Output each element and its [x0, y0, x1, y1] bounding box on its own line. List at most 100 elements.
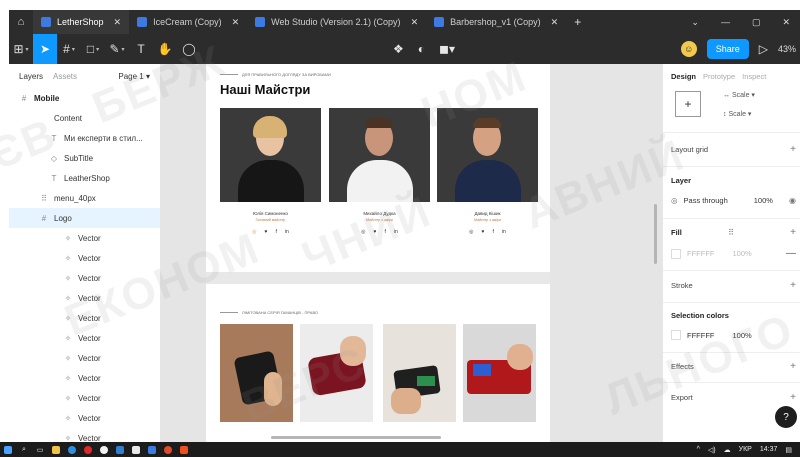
canvas[interactable]: ДЛЯ ПРАВИЛЬНОГО ДОГЛЯДУ ЗА ВИРОБАМИ Наші… — [161, 64, 662, 442]
comment-tool-icon[interactable]: ◯ — [177, 34, 201, 64]
layer-item[interactable]: ✧ Vector — [9, 368, 160, 388]
layer-item[interactable]: ✧ Vector — [9, 348, 160, 368]
boolean-icon[interactable]: ◼▾ — [439, 42, 455, 56]
tab-icecream[interactable]: IceCream (Copy) ✕ — [129, 10, 247, 34]
clock[interactable]: 14:37 — [760, 446, 778, 453]
layer-item[interactable]: ✧ Vector — [9, 388, 160, 408]
explorer-icon[interactable] — [48, 442, 64, 457]
new-tab-icon[interactable]: + — [566, 15, 589, 29]
tab-webstudio[interactable]: Web Studio (Version 2.1) (Copy) ✕ — [247, 10, 426, 34]
linkedin-icon[interactable]: in — [502, 229, 506, 235]
page-selector[interactable]: Page 1 ▾ — [118, 72, 150, 81]
tab-layers[interactable]: Layers — [19, 72, 43, 81]
twitter-icon[interactable]: ♥ — [374, 229, 377, 235]
fill-hex[interactable]: FFFFFF — [687, 249, 715, 258]
twitter-icon[interactable]: ♥ — [265, 229, 268, 235]
app-icon[interactable] — [160, 442, 176, 457]
notifications-icon[interactable]: ▤ — [785, 446, 792, 454]
layer-item[interactable]: ⠿ menu_40px — [9, 188, 160, 208]
layer-opacity[interactable]: 100% — [754, 196, 773, 205]
fill-opacity[interactable]: 100% — [733, 249, 752, 258]
eye-icon[interactable]: ◉ — [789, 196, 796, 205]
layer-item[interactable]: ✧ Vector — [9, 268, 160, 288]
help-button[interactable]: ? — [775, 406, 797, 428]
close-icon[interactable]: ✕ — [411, 17, 419, 28]
layer-item[interactable]: ◇ SubTitle — [9, 148, 160, 168]
zoom-level[interactable]: 43% — [778, 44, 796, 54]
layer-item[interactable]: # Mobile — [9, 88, 160, 108]
layer-item[interactable]: ✧ Vector — [9, 308, 160, 328]
move-tool-icon[interactable]: ➤ — [33, 34, 57, 64]
layer-item[interactable]: ✧ Vector — [9, 288, 160, 308]
text-tool-icon[interactable]: T — [129, 34, 153, 64]
share-button[interactable]: Share — [706, 39, 749, 59]
layer-item[interactable]: T LeatherShop — [9, 168, 160, 188]
layer-item[interactable]: ✧ Vector — [9, 248, 160, 268]
color-swatch[interactable] — [671, 248, 681, 259]
selection-opacity[interactable]: 100% — [733, 331, 752, 340]
facebook-icon[interactable]: f — [493, 229, 494, 235]
tab-lethershop[interactable]: LetherShop ✕ — [33, 10, 130, 34]
network-icon[interactable]: ☁ — [724, 446, 731, 454]
chrome-icon[interactable] — [96, 442, 112, 457]
scale-h-select[interactable]: ↔ Scale ▾ — [723, 91, 755, 99]
app-icon[interactable] — [144, 442, 160, 457]
avatar[interactable]: ☺ — [680, 41, 697, 57]
volume-icon[interactable]: ◁) — [708, 446, 716, 454]
tab-design[interactable]: Design — [671, 72, 696, 81]
add-icon[interactable]: + — [790, 227, 796, 238]
layer-item[interactable]: T Ми експерти в стил... — [9, 128, 160, 148]
main-menu-icon[interactable]: ⊞ ▾ — [9, 34, 33, 64]
linkedin-icon[interactable]: in — [394, 229, 398, 235]
add-icon[interactable]: + — [790, 144, 796, 155]
selection-hex[interactable]: FFFFFF — [687, 331, 715, 340]
instagram-icon[interactable]: ◎ — [469, 229, 473, 235]
tab-inspect[interactable]: Inspect — [742, 72, 766, 81]
layer-item[interactable]: # Logo — [9, 208, 160, 228]
layer-item[interactable]: ✧ Vector — [9, 228, 160, 248]
vertical-scrollbar[interactable] — [654, 204, 657, 264]
contrast-icon[interactable]: ◐ — [418, 42, 425, 56]
close-icon[interactable]: ✕ — [232, 17, 240, 28]
home-icon[interactable]: ⌂ — [9, 10, 33, 34]
close-icon[interactable]: ✕ — [551, 17, 559, 28]
vscode-icon[interactable] — [112, 442, 128, 457]
play-icon[interactable]: ▷ — [759, 42, 768, 56]
add-icon[interactable]: + — [790, 361, 796, 372]
scale-v-select[interactable]: ↕ Scale ▾ — [723, 110, 751, 118]
component-icon[interactable]: ❖ — [393, 42, 404, 56]
hand-tool-icon[interactable]: ✋ — [153, 34, 177, 64]
minimize-icon[interactable]: — — [721, 17, 730, 28]
pen-tool-icon[interactable]: ✎ ▾ — [105, 34, 129, 64]
chevron-down-icon[interactable]: ⌄ — [691, 17, 699, 28]
opera-icon[interactable] — [80, 442, 96, 457]
close-window-icon[interactable]: ✕ — [782, 17, 790, 28]
instagram-icon[interactable]: ◎ — [252, 229, 256, 235]
layer-item[interactable]: Content — [9, 108, 160, 128]
instagram-icon[interactable]: ◎ — [361, 229, 365, 235]
tab-prototype[interactable]: Prototype — [703, 72, 735, 81]
layer-item[interactable]: ✧ Vector — [9, 408, 160, 428]
facebook-icon[interactable]: f — [276, 229, 277, 235]
figma-icon[interactable] — [176, 442, 192, 457]
mail-icon[interactable] — [128, 442, 144, 457]
tab-barbershop[interactable]: Barbershop_v1 (Copy) ✕ — [426, 10, 566, 34]
style-icon[interactable]: ⠿ — [728, 228, 734, 237]
twitter-icon[interactable]: ♥ — [482, 229, 485, 235]
constraints-widget[interactable]: + — [675, 91, 701, 117]
color-swatch[interactable] — [671, 330, 681, 340]
taskview-icon[interactable]: ▭ — [32, 442, 48, 457]
windows-start-icon[interactable] — [0, 442, 16, 457]
shape-tool-icon[interactable]: □ ▾ — [81, 34, 105, 64]
language-indicator[interactable]: УКР — [739, 446, 752, 453]
add-icon[interactable]: + — [790, 280, 796, 291]
tab-assets[interactable]: Assets — [53, 72, 77, 81]
close-icon[interactable]: ✕ — [114, 17, 122, 28]
frame-tool-icon[interactable]: # ▾ — [57, 34, 81, 64]
facebook-icon[interactable]: f — [385, 229, 386, 235]
blend-mode[interactable]: Pass through — [684, 196, 728, 205]
linkedin-icon[interactable]: in — [285, 229, 289, 235]
artboard[interactable]: ДЛЯ ПРАВИЛЬНОГО ДОГЛЯДУ ЗА ВИРОБАМИ Наші… — [206, 64, 550, 442]
remove-icon[interactable]: — — [786, 248, 796, 259]
horizontal-scrollbar[interactable] — [271, 436, 441, 439]
